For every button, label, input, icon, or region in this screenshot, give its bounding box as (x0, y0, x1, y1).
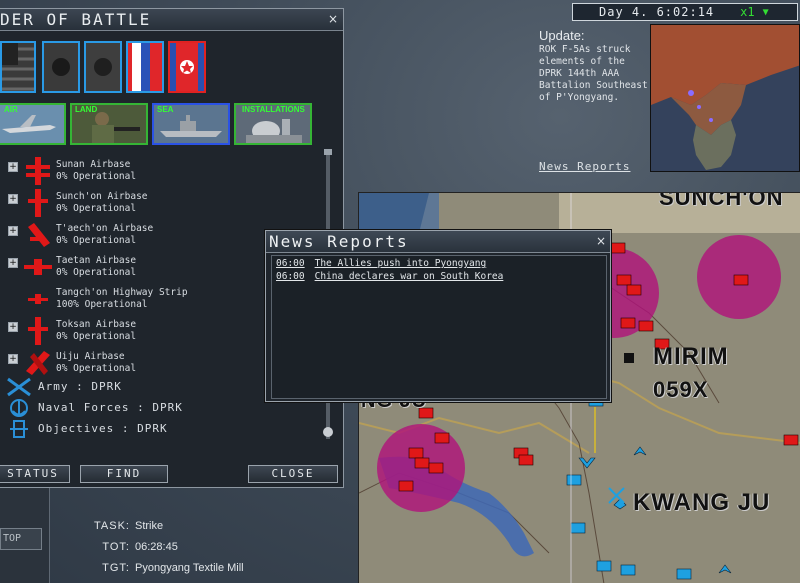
news-reports-link[interactable]: News Reports (539, 160, 630, 173)
anchor-icon (10, 399, 28, 417)
airbase-status: 0% Operational (56, 235, 137, 246)
airbase-icon (24, 259, 52, 275)
oob-titlebar[interactable]: DER OF BATTLE × (0, 9, 343, 31)
top-button[interactable]: TOP (0, 528, 42, 550)
day-time-readout: Day 4. 6:02:14 (599, 5, 715, 19)
news-time: 06:00 (276, 271, 305, 282)
group-naval-label: Naval Forces : DPRK (38, 401, 183, 414)
dprk-flag-icon (170, 43, 204, 91)
task-label: TASK: (94, 520, 130, 532)
expand-icon[interactable]: + (8, 354, 18, 364)
tgt-label: TGT: (102, 562, 130, 574)
airbase-status: 0% Operational (56, 363, 137, 374)
expand-icon[interactable]: + (8, 162, 18, 172)
news-item[interactable]: 06:00 The Allies push into Pyongyang (276, 258, 486, 269)
airbase-name: Tangch'on Highway Strip (56, 287, 188, 298)
airbase-name: T'aech'on Airbase (56, 223, 154, 234)
usa-flag-icon (2, 43, 34, 91)
oob-close-icon[interactable]: × (328, 12, 338, 26)
category-land[interactable]: LAND (70, 103, 148, 145)
news-text: The Allies push into Pyongyang (314, 258, 487, 269)
news-title: News Reports (269, 232, 409, 251)
tot-label: TOT: (102, 541, 130, 553)
expand-icon[interactable]: + (8, 322, 18, 332)
airbase-icon (28, 223, 50, 247)
expand-icon[interactable]: + (8, 194, 18, 204)
category-sea-label: SEA (157, 105, 174, 114)
category-installations[interactable]: INSTALLATIONS (234, 103, 312, 145)
chevron-down-icon[interactable]: ▼ (763, 7, 769, 18)
flag-russia[interactable] (126, 41, 164, 93)
expand-icon[interactable]: + (8, 258, 18, 268)
news-text: China declares war on South Korea (314, 271, 504, 282)
russia-flag-icon (128, 43, 162, 91)
airbase-status: 0% Operational (56, 203, 137, 214)
airbase-status: 0% Operational (56, 331, 137, 342)
korea-flag-icon (86, 43, 120, 91)
minimap-graphics (651, 25, 799, 171)
category-land-label: LAND (75, 105, 98, 114)
flag-south-korea[interactable] (84, 41, 122, 93)
tot-value: 06:28:45 (135, 541, 178, 553)
map-label-code: 059X (653, 377, 709, 402)
flag-usa[interactable] (0, 41, 36, 93)
category-sea[interactable]: SEA (152, 103, 230, 145)
objective-icon (10, 420, 28, 438)
news-reports-window[interactable]: News Reports × 06:00 The Allies push into… (265, 230, 611, 402)
group-objectives[interactable]: Objectives : DPRK (0, 419, 318, 439)
tgt-value: Pyongyang Textile Mill (135, 562, 244, 574)
news-time: 06:00 (276, 258, 305, 269)
category-air[interactable]: AIR (0, 103, 66, 145)
oob-title: DER OF BATTLE (0, 10, 152, 29)
news-list[interactable]: 06:00 The Allies push into Pyongyang 06:0… (271, 255, 607, 399)
list-item[interactable]: + Sunch'on Airbase 0% Operational (0, 187, 318, 219)
flag-north-korea[interactable] (168, 41, 206, 93)
list-item[interactable]: + Sunan Airbase 0% Operational (0, 155, 318, 187)
airbase-name: Toksan Airbase (56, 319, 137, 330)
crossed-rifles-icon (7, 377, 31, 397)
airbase-name: Sunch'on Airbase (56, 191, 148, 202)
highway-strip-icon (28, 294, 48, 304)
find-button[interactable]: FIND (80, 465, 168, 483)
airbase-status: 0% Operational (56, 171, 137, 182)
overview-minimap[interactable] (650, 24, 800, 172)
game-clock[interactable]: Day 4. 6:02:14 x1 ▼ (572, 3, 798, 21)
group-army-label: Army : DPRK (38, 380, 122, 393)
map-label-mirim: MIRIM (653, 343, 729, 370)
category-air-label: AIR (4, 105, 18, 114)
status-button[interactable]: STATUS (0, 465, 70, 483)
category-installations-label: INSTALLATIONS (242, 105, 305, 114)
news-item[interactable]: 06:00 China declares war on South Korea (276, 271, 503, 282)
task-value: Strike (135, 520, 164, 532)
airbase-icon (28, 189, 48, 217)
update-title: Update: (539, 28, 585, 43)
time-compression[interactable]: x1 (740, 5, 754, 19)
news-titlebar[interactable]: News Reports × (266, 231, 610, 253)
airbase-status: 100% Operational (56, 299, 148, 310)
airbase-name: Uiju Airbase (56, 351, 125, 362)
airbase-icon (26, 157, 50, 185)
expand-icon[interactable]: + (8, 226, 18, 236)
map-label-top: SUNCH'ON (659, 192, 784, 210)
group-objectives-label: Objectives : DPRK (38, 422, 168, 435)
flag-japan[interactable] (42, 41, 80, 93)
update-text: ROK F-5As struck elements of the DPRK 14… (539, 44, 648, 103)
japan-flag-icon (44, 43, 78, 91)
map-label-kwangju: KWANG JU (633, 489, 771, 516)
airbase-icon (26, 351, 50, 375)
close-button[interactable]: CLOSE (248, 465, 338, 483)
airbase-name: Taetan Airbase (56, 255, 137, 266)
news-close-icon[interactable]: × (596, 234, 606, 248)
airbase-name: Sunan Airbase (56, 159, 131, 170)
airbase-icon (28, 317, 48, 345)
airbase-status: 0% Operational (56, 267, 137, 278)
